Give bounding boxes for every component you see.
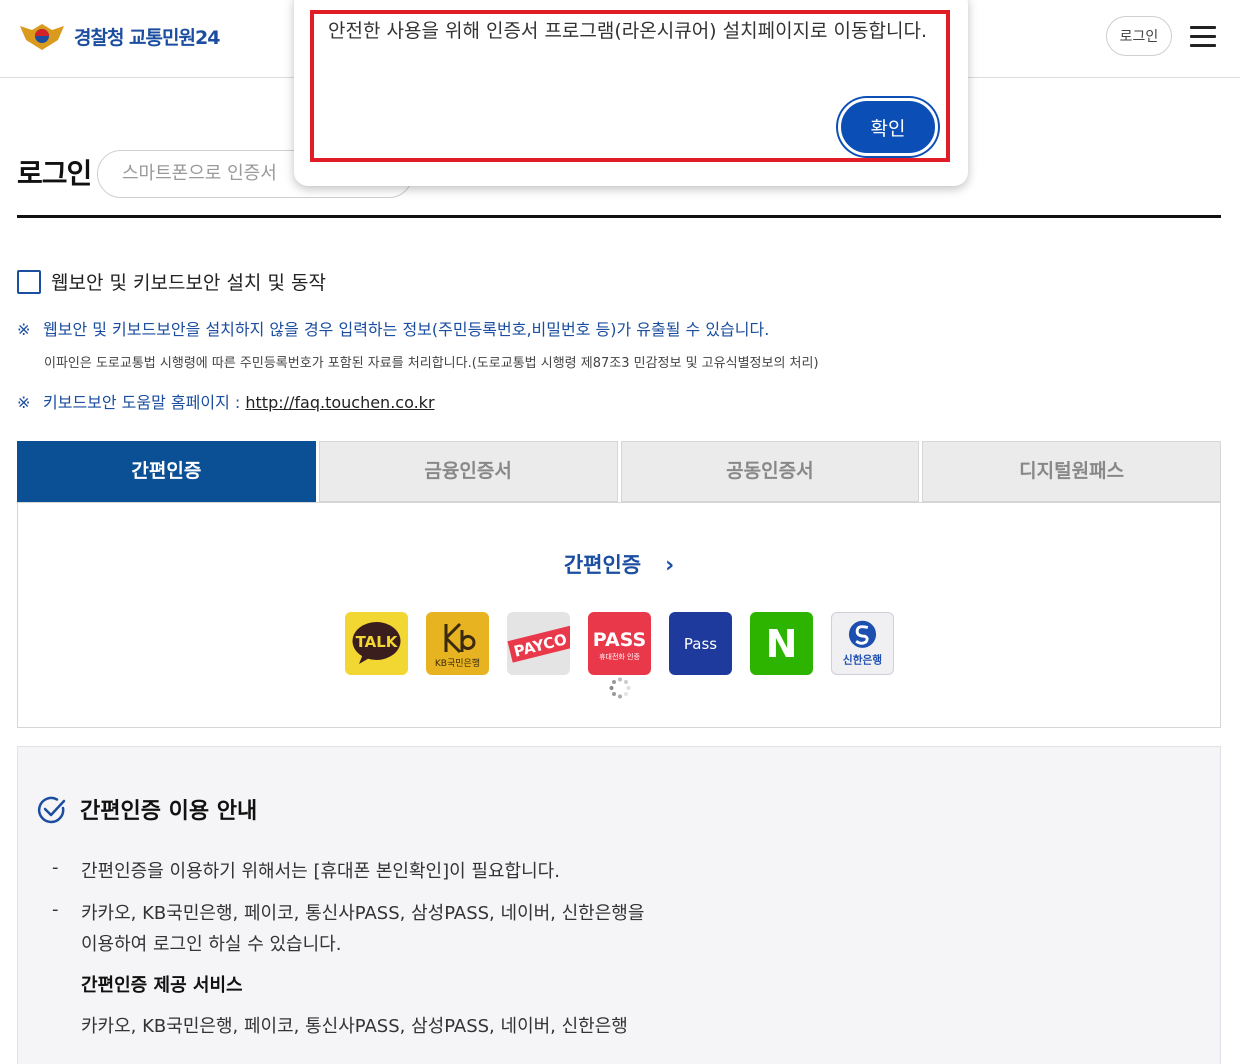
guide-line-2b: 이용하여 로그인 하실 수 있습니다. [81, 934, 342, 955]
header-login-button[interactable]: 로그인 [1106, 16, 1172, 56]
shinhan-bank-icon: 신한은행 [843, 620, 882, 666]
provider-shinhan[interactable]: 신한은행 [831, 612, 894, 675]
samsung-pass-label: Pass [684, 635, 717, 653]
loading-spinner-icon [609, 677, 631, 699]
alert-message: 안전한 사용을 위해 인증서 프로그램(라온시큐어) 설치페이지로 이동합니다. [328, 20, 927, 42]
provider-kb[interactable]: KB국민은행 [426, 612, 489, 675]
highlight-box: 안전한 사용을 위해 인증서 프로그램(라온시큐어) 설치페이지로 이동합니다.… [310, 10, 950, 162]
install-alert-dialog: 안전한 사용을 위해 인증서 프로그램(라온시큐어) 설치페이지로 이동합니다.… [294, 0, 968, 186]
tab-joint-cert[interactable]: 공동인증서 [620, 441, 920, 502]
kb-bank-icon: KB국민은행 [435, 622, 480, 669]
provider-pass-samsung[interactable]: Pass [669, 612, 732, 675]
menu-icon[interactable] [1190, 26, 1216, 48]
chevron-right-icon: › [665, 553, 675, 578]
pass-telecom-icon: PASS 휴대전화 인증 [593, 629, 646, 661]
simple-auth-link[interactable]: 간편인증 › [18, 549, 1220, 579]
naver-icon: N [766, 622, 798, 666]
privacy-notice: 이파인은 도로교통법 시행령에 따른 주민등록번호가 포함된 자료를 처리합니다… [44, 356, 819, 371]
guide-line-1: 간편인증을 이용하기 위해서는 [휴대폰 본인확인]이 필요합니다. [81, 861, 560, 882]
confirm-button[interactable]: 확인 [838, 98, 938, 156]
samsung-pass-icon: Pass [684, 635, 717, 653]
simple-auth-panel: 간편인증 › TALK KB국민은행 PAYCO PASS 휴대전화 인증 Pa… [17, 502, 1221, 728]
guide-bullet: - [52, 857, 59, 878]
pass-label: PASS [593, 629, 646, 651]
kakao-label: TALK [356, 633, 399, 651]
provider-kakao[interactable]: TALK [345, 612, 408, 675]
security-install-label: 웹보안 및 키보드보안 설치 및 동작 [51, 272, 326, 294]
guide-service-title: 간편인증 제공 서비스 [81, 975, 243, 996]
police-emblem-icon [20, 24, 64, 50]
pass-sub-label: 휴대전화 인증 [599, 652, 640, 661]
security-install-checkbox[interactable] [17, 269, 41, 294]
auth-tabs: 간편인증 금융인증서 공동인증서 디지털원패스 [17, 441, 1221, 503]
guide-title: 간편인증 이용 안내 [80, 799, 258, 824]
provider-naver[interactable]: N [750, 612, 813, 675]
check-circle-icon [37, 796, 66, 824]
guide-bullet: - [52, 899, 59, 920]
tab-digital-onepass[interactable]: 디지털원패스 [922, 441, 1221, 502]
security-install-row[interactable]: 웹보안 및 키보드보안 설치 및 동작 [17, 268, 326, 295]
page-title: 로그인 [17, 157, 92, 190]
keyboard-help-notice: ※ 키보드보안 도움말 홈페이지 : http://faq.touchen.co.… [17, 393, 435, 412]
site-logo[interactable]: 경찰청 교통민원24 [18, 20, 220, 52]
shinhan-label: 신한은행 [843, 653, 882, 666]
kb-label: KB국민은행 [435, 657, 480, 669]
kakao-talk-icon: TALK [352, 622, 401, 664]
logo-text: 경찰청 교통민원24 [74, 26, 220, 49]
provider-list: TALK KB국민은행 PAYCO PASS 휴대전화 인증 Pass N 신한… [345, 612, 894, 675]
simple-auth-guide: 간편인증 이용 안내 - 간편인증을 이용하기 위해서는 [휴대폰 본인확인]이… [17, 746, 1221, 1064]
tab-financial-cert[interactable]: 금융인증서 [318, 441, 618, 502]
security-notice: ※ 웹보안 및 키보드보안을 설치하지 않을 경우 입력하는 정보(주민등록번호,… [17, 320, 770, 339]
guide-service-list: 카카오, KB국민은행, 페이코, 통신사PASS, 삼성PASS, 네이버, … [81, 1016, 628, 1037]
tab-simple-auth[interactable]: 간편인증 [17, 441, 316, 502]
guide-line-2a: 카카오, KB국민은행, 페이코, 통신사PASS, 삼성PASS, 네이버, … [81, 903, 645, 924]
naver-label: N [766, 622, 798, 666]
provider-pass-telecom[interactable]: PASS 휴대전화 인증 [588, 612, 651, 675]
provider-payco[interactable]: PAYCO [507, 612, 570, 675]
keyboard-help-link[interactable]: http://faq.touchen.co.kr [245, 393, 434, 412]
payco-icon: PAYCO [507, 624, 570, 663]
